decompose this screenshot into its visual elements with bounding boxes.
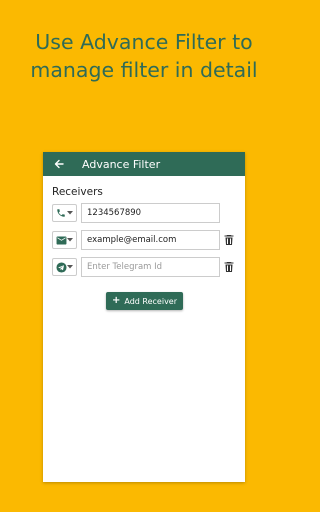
receiver-type-select[interactable] <box>52 204 77 222</box>
arrow-left-icon <box>54 159 64 169</box>
chevron-down-icon <box>67 238 73 242</box>
trash-icon <box>224 235 234 245</box>
app-bar: Advance Filter <box>43 152 245 176</box>
phone-icon <box>57 209 65 217</box>
receiver-type-select[interactable] <box>52 258 77 276</box>
add-receiver-label: Add Receiver <box>124 296 178 306</box>
trash-icon <box>224 262 234 272</box>
receiver-phone-input[interactable] <box>81 203 220 223</box>
headline-line-2: manage filter in detail <box>30 58 258 82</box>
app-screen-card: Advance Filter Receivers 1234567890 exam… <box>43 152 245 482</box>
receiver-type-select[interactable] <box>52 231 77 249</box>
plus-icon: + <box>111 295 121 306</box>
chevron-down-icon <box>67 265 73 269</box>
back-button[interactable] <box>52 157 66 171</box>
delete-receiver-button[interactable] <box>223 233 235 247</box>
delete-receiver-button[interactable] <box>223 260 235 274</box>
add-receiver-button[interactable]: + Add Receiver <box>106 292 183 310</box>
receiver-telegram-input[interactable] <box>81 257 220 277</box>
telegram-icon <box>56 261 67 273</box>
receivers-title: Receivers <box>52 186 103 198</box>
chevron-down-icon <box>67 211 73 215</box>
headline-line-1: Use Advance Filter to <box>35 30 253 54</box>
receiver-row-email <box>52 230 235 250</box>
receiver-row-telegram <box>52 257 235 277</box>
headline: Use Advance Filter to manage filter in d… <box>0 28 288 84</box>
receiver-row-phone <box>52 203 220 223</box>
receiver-email-input[interactable] <box>81 230 220 250</box>
email-icon <box>56 235 67 245</box>
app-bar-title: Advance Filter <box>82 157 161 171</box>
